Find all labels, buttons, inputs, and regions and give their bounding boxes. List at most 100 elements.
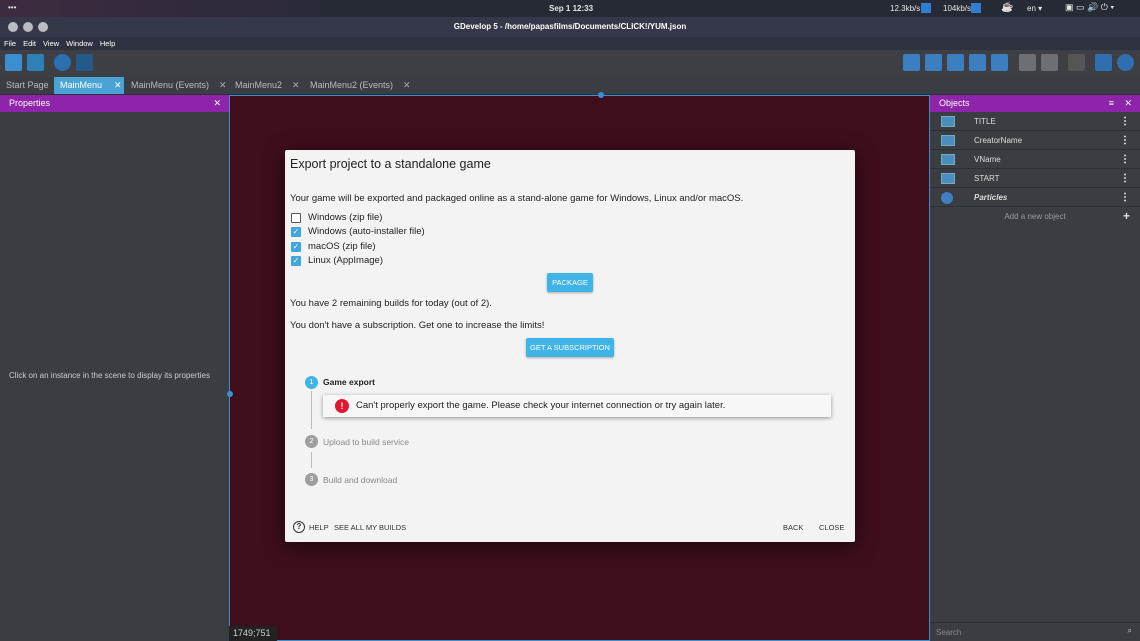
step-label: Build and download: [323, 475, 398, 485]
close-icon[interactable]: ✕: [213, 95, 221, 112]
system-top-bar: ••• Sep 1 12:33 12.3kb/s 104kb/s ☕ en ▾ …: [0, 0, 1140, 17]
properties-header: Properties ✕: [0, 95, 229, 112]
error-message: ! Can't properly export the game. Please…: [323, 395, 831, 417]
list-item[interactable]: CreatorName ⋮: [930, 131, 1140, 150]
instances-list-icon[interactable]: [969, 54, 986, 71]
tab-mainmenu2[interactable]: MainMenu2 ✕: [229, 77, 303, 94]
step-connector: [311, 391, 312, 429]
step-indicator: 2: [305, 435, 318, 448]
more-options-icon[interactable]: ⋮: [1120, 150, 1130, 169]
close-icon[interactable]: ✕: [1124, 95, 1132, 112]
minimize-window-button[interactable]: [23, 22, 33, 32]
step-connector: [311, 452, 312, 468]
properties-hint: Click on an instance in the scene to dis…: [9, 371, 210, 380]
list-item[interactable]: TITLE ⋮: [930, 112, 1140, 131]
plus-icon[interactable]: +: [1123, 207, 1130, 226]
more-options-icon[interactable]: ⋮: [1120, 188, 1130, 207]
preview-play-icon[interactable]: [54, 54, 71, 71]
checkbox-label: macOS (zip file): [308, 241, 376, 252]
debugger-icon[interactable]: [27, 54, 44, 71]
close-icon[interactable]: ✕: [292, 80, 300, 90]
windows-icon[interactable]: [991, 54, 1008, 71]
properties-panel: Properties ✕ Click on an instance in the…: [0, 95, 229, 641]
search-icon: ⌕: [1127, 626, 1132, 635]
menu-bar: File Edit View Window Help: [0, 37, 1140, 50]
maximize-window-button[interactable]: [38, 22, 48, 32]
get-subscription-button[interactable]: GET A SUBSCRIPTION: [526, 338, 614, 357]
cursor-coordinates: 1749;751: [229, 626, 277, 641]
objects-header: Objects ≡ ✕: [930, 95, 1140, 112]
checkbox-label: Windows (auto-installer file): [308, 226, 425, 237]
activities-menu[interactable]: •••: [8, 3, 16, 12]
menu-file[interactable]: File: [4, 39, 16, 48]
download-icon: [921, 3, 931, 13]
more-options-icon[interactable]: ⋮: [1120, 131, 1130, 150]
export-intro: Your game will be exported and packaged …: [290, 193, 744, 204]
zoom-icon[interactable]: [1117, 54, 1134, 71]
checkbox-windows-zip[interactable]: [291, 213, 301, 223]
close-icon[interactable]: ✕: [403, 80, 411, 90]
export-dialog: Export project to a standalone game Your…: [285, 150, 855, 542]
search-input[interactable]: Search ⌕: [930, 622, 1140, 641]
tray-icons[interactable]: ▣ ▭ 🔊 ⏻ ▾: [1065, 2, 1114, 13]
step-indicator: 1: [305, 376, 318, 389]
tab-mainmenu2-events[interactable]: MainMenu2 (Events) ✕: [304, 77, 414, 94]
project-manager-icon[interactable]: [5, 54, 22, 71]
delete-icon[interactable]: [1068, 54, 1085, 71]
upload-icon: [971, 3, 981, 13]
redo-icon[interactable]: [1041, 54, 1058, 71]
filter-icon[interactable]: ≡: [1109, 95, 1114, 112]
resize-handle-top[interactable]: [598, 92, 604, 98]
menu-edit[interactable]: Edit: [23, 39, 36, 48]
menu-help[interactable]: Help: [100, 39, 115, 48]
close-button[interactable]: CLOSE: [819, 523, 844, 532]
step-indicator: 3: [305, 473, 318, 486]
package-button[interactable]: PACKAGE: [547, 273, 593, 292]
close-icon[interactable]: ✕: [114, 80, 122, 90]
text-object-icon: [941, 173, 955, 184]
checkbox-linux-appimage[interactable]: ✓: [291, 256, 301, 266]
list-item[interactable]: Particles ⋮: [930, 188, 1140, 207]
text-object-icon: [941, 116, 955, 127]
tab-start-page[interactable]: Start Page: [0, 77, 53, 94]
text-object-icon: [941, 135, 955, 146]
grid-icon[interactable]: [1095, 54, 1112, 71]
tab-mainmenu[interactable]: MainMenu ✕: [54, 77, 124, 94]
remaining-builds: You have 2 remaining builds for today (o…: [290, 298, 492, 309]
tab-mainmenu-events[interactable]: MainMenu (Events) ✕: [125, 77, 229, 94]
network-preview-icon[interactable]: [76, 54, 93, 71]
menu-window[interactable]: Window: [66, 39, 93, 48]
net-down-rate: 12.3kb/s: [890, 4, 921, 13]
list-item[interactable]: START ⋮: [930, 169, 1140, 188]
checkbox-windows-installer[interactable]: ✓: [291, 227, 301, 237]
checkbox-label: Linux (AppImage): [308, 255, 383, 266]
subscription-text: You don't have a subscription. Get one t…: [290, 320, 545, 331]
more-options-icon[interactable]: ⋮: [1120, 169, 1130, 188]
dialog-title: Export project to a standalone game: [290, 157, 491, 171]
clock[interactable]: Sep 1 12:33: [549, 4, 593, 13]
list-item[interactable]: VName ⋮: [930, 150, 1140, 169]
objects-panel: Objects ≡ ✕ TITLE ⋮ CreatorName ⋮ VName ⋮ S…: [930, 95, 1140, 641]
coffee-icon[interactable]: ☕: [1001, 2, 1013, 13]
close-window-button[interactable]: [8, 22, 18, 32]
help-button[interactable]: HELP: [309, 523, 329, 532]
editor-tabs: Start Page MainMenu ✕ MainMenu (Events) ✕ …: [0, 77, 1140, 94]
layers-icon[interactable]: [947, 54, 964, 71]
text-object-icon: [941, 154, 955, 165]
help-icon[interactable]: ?: [293, 521, 305, 533]
window-title: GDevelop 5 - /home/papasfilms/Documents/…: [0, 17, 1140, 37]
step-label: Upload to build service: [323, 437, 409, 447]
add-object-row[interactable]: Add a new object +: [930, 207, 1140, 226]
menu-view[interactable]: View: [43, 39, 59, 48]
see-all-builds-button[interactable]: SEE ALL MY BUILDS: [334, 523, 406, 532]
close-icon[interactable]: ✕: [219, 80, 227, 90]
checkbox-macos-zip[interactable]: ✓: [291, 242, 301, 252]
checkbox-label: Windows (zip file): [308, 212, 383, 223]
undo-icon[interactable]: [1019, 54, 1036, 71]
resize-handle-left[interactable]: [227, 391, 233, 397]
back-button[interactable]: BACK: [783, 523, 803, 532]
object-groups-icon[interactable]: [903, 54, 920, 71]
language-selector[interactable]: en ▾: [1027, 4, 1042, 13]
more-options-icon[interactable]: ⋮: [1120, 112, 1130, 131]
properties-panel-icon[interactable]: [925, 54, 942, 71]
